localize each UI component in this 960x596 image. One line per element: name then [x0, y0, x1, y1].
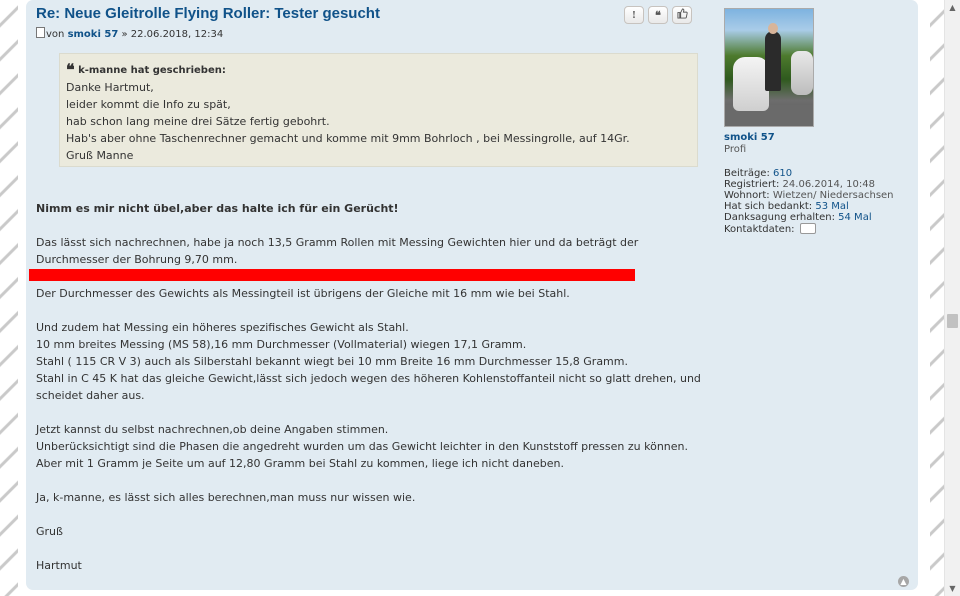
- avatar[interactable]: [724, 8, 814, 127]
- profile-field-thanks-given: Hat sich bedankt: 53 Mal: [724, 201, 914, 212]
- quote-cite-text: k-manne hat geschrieben:: [78, 65, 226, 76]
- field-label: Registriert:: [724, 179, 780, 190]
- posts-count-link[interactable]: 610: [773, 168, 792, 179]
- quote-block: ❝ k-manne hat geschrieben: Danke Hartmut…: [59, 53, 698, 167]
- thumbs-up-icon: [676, 8, 688, 22]
- quote-line: leider kommt die Info zu spät,: [66, 98, 231, 111]
- scroll-up-arrow-icon[interactable]: ▲: [945, 0, 960, 15]
- post-title[interactable]: Re: Neue Gleitrolle Flying Roller: Teste…: [36, 5, 380, 22]
- byline-author-link[interactable]: smoki 57: [68, 29, 119, 40]
- profile-username-link[interactable]: smoki 57: [724, 132, 914, 143]
- back-to-top-icon[interactable]: ▲: [898, 576, 909, 587]
- registered-value: 24.06.2014, 10:48: [782, 179, 875, 190]
- quote-line: Hab's aber ohne Taschenrechner gemacht u…: [66, 132, 630, 145]
- quote-button[interactable]: ❝: [648, 6, 668, 24]
- byline-prefix: von: [46, 29, 65, 40]
- profile-details: Beiträge: 610 Registriert: 24.06.2014, 1…: [724, 168, 914, 235]
- quote-cite: ❝ k-manne hat geschrieben:: [66, 61, 691, 79]
- post-content: Nimm es mir nicht übel,aber das halte ic…: [36, 200, 708, 591]
- text-line: Aber mit 1 Gramm je Seite um auf 12,80 G…: [36, 457, 564, 470]
- field-label: Danksagung erhalten:: [724, 212, 835, 223]
- quote-icon: ❝: [655, 9, 661, 22]
- text-line: Gruß: [36, 525, 63, 538]
- quote-line: Danke Hartmut,: [66, 81, 154, 94]
- text-line: Der Durchmesser des Gewichts als Messing…: [36, 287, 570, 300]
- background-stripes-left: [0, 0, 18, 596]
- avatar-motorcycle: [733, 57, 769, 111]
- profile-field-location: Wohnort: Wietzen/ Niedersachsen: [724, 190, 914, 201]
- paragraph: Und zudem hat Messing ein höheres spezif…: [36, 319, 708, 404]
- report-icon: !: [632, 9, 636, 21]
- profile-rank: Profi: [724, 144, 747, 155]
- paragraph: Das lässt sich nachrechnen, habe ja noch…: [36, 234, 708, 268]
- profile-field-registered: Registriert: 24.06.2014, 10:48: [724, 179, 914, 190]
- text-line: Stahl ( 115 CR V 3) auch als Silberstahl…: [36, 355, 628, 368]
- text-line: Unberücksichtigt sind die Phasen die ang…: [36, 440, 689, 453]
- quote-line: Gruß Manne: [66, 149, 134, 162]
- post-actions: ! ❝: [624, 6, 692, 24]
- paragraph: Nimm es mir nicht übel,aber das halte ic…: [36, 200, 708, 217]
- field-label: Kontaktdaten:: [724, 224, 795, 235]
- field-label: Beiträge:: [724, 168, 770, 179]
- profile-field-posts: Beiträge: 610: [724, 168, 914, 179]
- thanks-given-link[interactable]: 53 Mal: [815, 201, 848, 212]
- red-highlight-bar: [29, 269, 635, 281]
- avatar-motorcycle-2: [791, 51, 813, 95]
- paragraph: Ja, k-manne, es lässt sich alles berechn…: [36, 489, 708, 506]
- text-line: Durchmesser der Bohrung 9,70 mm.: [36, 253, 238, 266]
- post-profile: smoki 57 Profi Beiträge: 610 Registriert…: [724, 8, 914, 235]
- forum-post: Re: Neue Gleitrolle Flying Roller: Teste…: [26, 0, 918, 590]
- field-label: Hat sich bedankt:: [724, 201, 813, 212]
- profile-field-contact: Kontaktdaten:: [724, 223, 914, 235]
- field-label: Wohnort:: [724, 190, 770, 201]
- contact-bubble-icon[interactable]: [799, 223, 816, 234]
- avatar-person: [765, 31, 781, 91]
- text-line: scheidet daher aus.: [36, 389, 145, 402]
- text-line: Das lässt sich nachrechnen, habe ja noch…: [36, 236, 639, 249]
- paragraph: Gruß: [36, 523, 708, 540]
- text-line: Jetzt kannst du selbst nachrechnen,ob de…: [36, 423, 389, 436]
- thanks-received-link[interactable]: 54 Mal: [838, 212, 871, 223]
- text-line: Nimm es mir nicht übel,aber das halte ic…: [36, 202, 399, 215]
- scroll-down-arrow-icon[interactable]: ▼: [945, 581, 960, 596]
- profile-field-thanks-received: Danksagung erhalten: 54 Mal: [724, 212, 914, 223]
- byline-date: » 22.06.2018, 12:34: [121, 29, 224, 40]
- quote-mark-icon: ❝: [66, 62, 75, 79]
- background-stripes-right: [930, 0, 944, 596]
- scrollbar-thumb[interactable]: [947, 314, 958, 328]
- scrollbar[interactable]: ▲ ▼: [944, 0, 960, 596]
- text-line: Ja, k-manne, es lässt sich alles berechn…: [36, 491, 416, 504]
- text-line: Hartmut: [36, 559, 82, 572]
- post-icon[interactable]: [36, 27, 45, 38]
- paragraph: Jetzt kannst du selbst nachrechnen,ob de…: [36, 421, 708, 472]
- like-button[interactable]: [672, 6, 692, 24]
- quote-line: hab schon lang meine drei Sätze fertig g…: [66, 115, 330, 128]
- text-line: Und zudem hat Messing ein höheres spezif…: [36, 321, 409, 334]
- location-value: Wietzen/ Niedersachsen: [772, 190, 894, 201]
- post-byline: von smoki 57 » 22.06.2018, 12:34: [36, 27, 223, 40]
- report-button[interactable]: !: [624, 6, 644, 24]
- text-line: Stahl in C 45 K hat das gleiche Gewicht,…: [36, 372, 701, 385]
- avatar-head: [768, 23, 778, 34]
- paragraph: Der Durchmesser des Gewichts als Messing…: [36, 285, 708, 302]
- text-line: 10 mm breites Messing (MS 58),16 mm Durc…: [36, 338, 527, 351]
- paragraph: Hartmut: [36, 557, 708, 574]
